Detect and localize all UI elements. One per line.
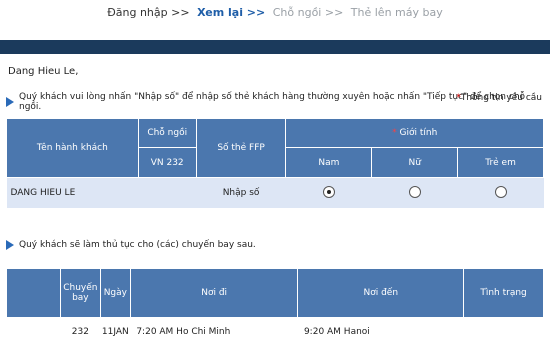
col-child: Trẻ em	[457, 147, 544, 178]
gender-male-cell	[285, 177, 372, 208]
flight-date: 11JAN	[100, 317, 131, 346]
arrow-right-icon	[6, 240, 14, 250]
blank-cell	[6, 317, 61, 346]
header-bar	[0, 40, 550, 54]
flight-status	[463, 317, 544, 346]
gender-female-radio[interactable]	[408, 185, 421, 198]
col-flight: Chuyến bay	[59, 268, 101, 318]
progress-steps: Đăng nhập >> Xem lại >> Chỗ ngồi >> Thẻ …	[0, 6, 550, 19]
gender-required-star: *	[392, 128, 397, 138]
step-boarding-pass: Thẻ lên máy bay	[350, 6, 443, 19]
gender-label: Giới tính	[399, 128, 438, 138]
passenger-table: Tên hành khách Chỗ ngồi Số thẻ FFP * Giớ…	[6, 118, 544, 232]
ffp-enter-link[interactable]: Nhập số	[196, 177, 286, 208]
gender-male-radio[interactable]	[322, 185, 335, 198]
greeting: Dang Hieu Le,	[8, 66, 79, 77]
step-review[interactable]: Xem lại >>	[197, 6, 265, 19]
col-date: Ngày	[99, 268, 131, 318]
col-blank	[6, 268, 61, 318]
spacer-row	[6, 208, 544, 232]
col-from: Nơi đi	[129, 268, 299, 318]
table-row: 232 11JAN 7:20 AM Ho Chi Minh 9:20 AM Ha…	[6, 317, 544, 346]
gender-child-radio[interactable]	[494, 185, 507, 198]
flight-from: 7:20 AM Ho Chi Minh	[130, 317, 298, 346]
col-gender: * Giới tính	[285, 118, 544, 148]
col-passenger-name: Tên hành khách	[6, 118, 139, 178]
flight-to: 9:20 AM Hanoi	[297, 317, 464, 346]
step-login[interactable]: Đăng nhập >>	[107, 6, 189, 19]
flight-number: 232	[60, 317, 101, 346]
flight-note-text: Quý khách sẽ làm thủ tục cho (các) chuyế…	[19, 240, 256, 250]
col-male: Nam	[285, 147, 373, 178]
step-seat: Chỗ ngồi >>	[272, 6, 344, 19]
col-seat-flight: VN 232	[137, 147, 197, 178]
col-seat: Chỗ ngồi	[137, 118, 197, 148]
seat-cell	[138, 177, 197, 208]
arrow-right-icon	[6, 97, 14, 107]
table-row: DANG HIEU LE Nhập số	[6, 177, 544, 208]
required-text: Thông tin yêu cầu	[460, 93, 542, 103]
col-to: Nơi đến	[297, 268, 465, 318]
gender-female-cell	[371, 177, 458, 208]
col-ffp: Số thẻ FFP	[195, 118, 287, 178]
flight-note: Quý khách sẽ làm thủ tục cho (các) chuyế…	[6, 240, 256, 250]
col-female: Nữ	[371, 147, 459, 178]
gender-child-cell	[457, 177, 544, 208]
flight-table: Chuyến bay Ngày Nơi đi Nơi đến Tình trạn…	[6, 268, 544, 346]
passenger-name: DANG HIEU LE	[6, 177, 139, 208]
required-note: *Thông tin yêu cầu	[456, 93, 542, 103]
col-status: Tình trạng	[463, 268, 544, 318]
